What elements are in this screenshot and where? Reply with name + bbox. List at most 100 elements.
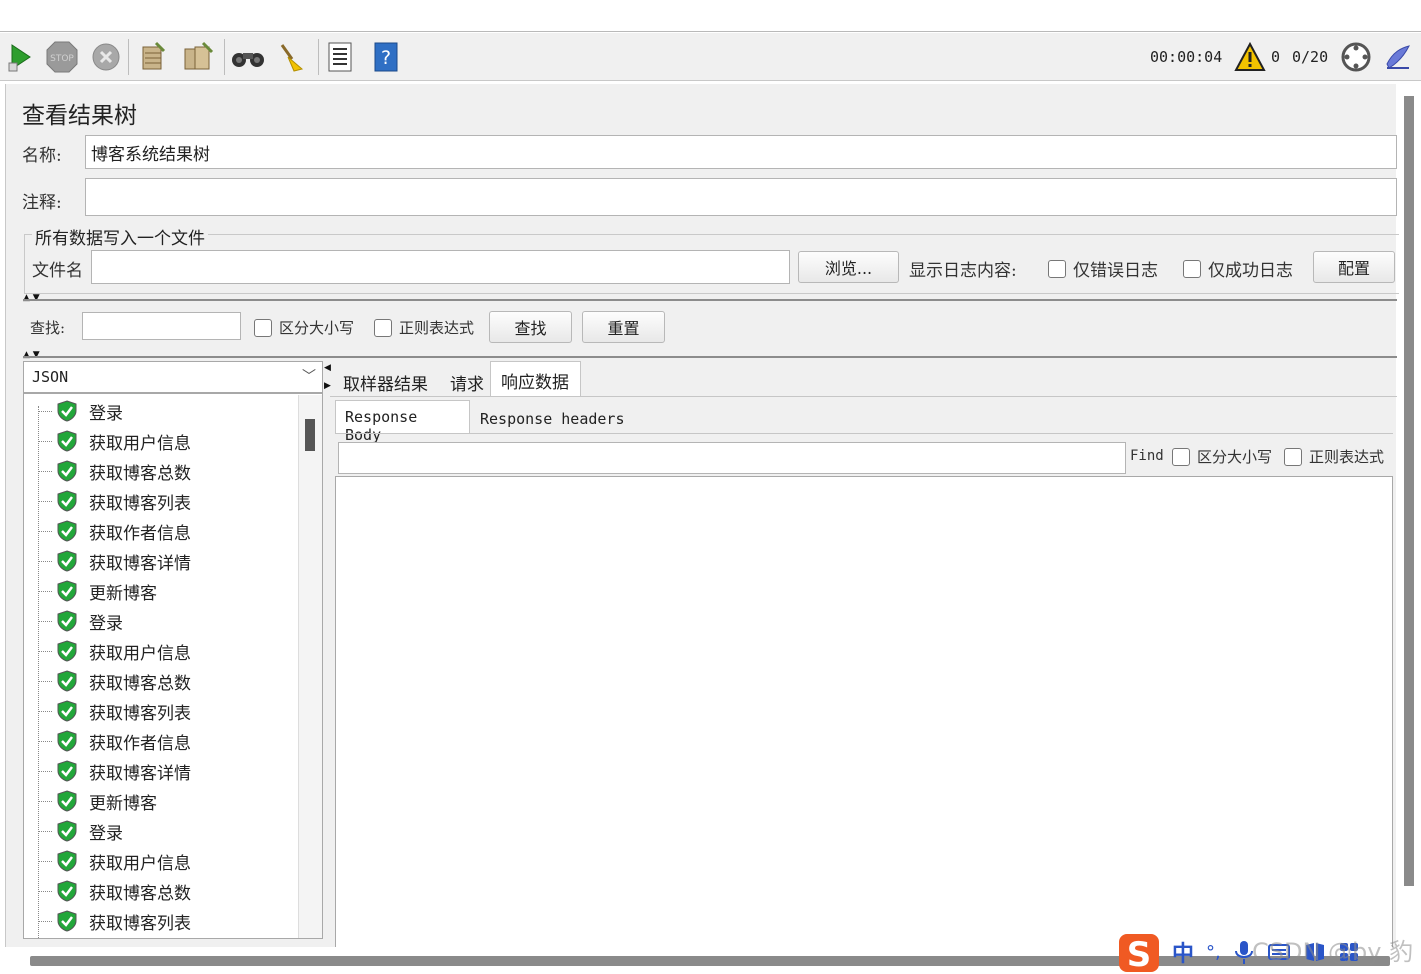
tree-item-label: 获取博客详情 — [89, 764, 191, 784]
tree-item-label: 登录 — [89, 824, 123, 844]
name-field[interactable]: 博客系统结果树 — [85, 135, 1397, 169]
comment-field[interactable] — [85, 178, 1397, 216]
tree-item[interactable]: 获取作者信息 — [24, 516, 296, 546]
tree-item[interactable]: 获取用户信息 — [24, 846, 296, 876]
regex-label: 正则表达式 — [399, 319, 475, 337]
filename-field[interactable] — [91, 250, 790, 284]
comment-label: 注释: — [22, 193, 62, 213]
tree-item-label: 获取博客列表 — [89, 704, 191, 724]
tree-item[interactable]: 获取博客列表 — [24, 906, 296, 936]
tree-item[interactable]: 获取博客详情 — [24, 546, 296, 576]
tree-item-label: 获取博客总数 — [89, 884, 191, 904]
tree-item[interactable]: 获取博客详情 — [24, 756, 296, 786]
response-regex-checkbox[interactable]: 正则表达式 — [1284, 446, 1384, 467]
tree-connector — [38, 921, 52, 922]
reset-button[interactable]: 重置 — [582, 311, 665, 343]
tree-connector — [38, 681, 52, 682]
warning-icon[interactable] — [1232, 39, 1268, 75]
success-shield-icon — [57, 850, 77, 872]
tree-item-label: 获取作者信息 — [89, 524, 191, 544]
tree-item[interactable]: 获取作者信息 — [24, 726, 296, 756]
window-vertical-scrollbar[interactable] — [1404, 96, 1414, 886]
tree-item-label: 获取用户信息 — [89, 644, 191, 664]
success-only-checkbox[interactable]: 仅成功日志 — [1183, 256, 1293, 281]
tree-item[interactable]: 获取博客列表 — [24, 486, 296, 516]
tree-item[interactable]: 更新博客 — [24, 576, 296, 606]
success-shield-icon — [57, 790, 77, 812]
tab-sampler-result[interactable]: 取样器结果 — [343, 370, 428, 395]
sogou-logo-icon[interactable]: S — [1116, 930, 1164, 974]
tree-connector — [38, 651, 52, 652]
search-input[interactable] — [82, 312, 241, 340]
tab-response-body[interactable]: Response Body — [335, 400, 470, 444]
tree-connector — [38, 411, 52, 412]
reset-search-icon[interactable] — [274, 39, 310, 75]
success-shield-icon — [57, 820, 77, 842]
tree-scrollbar[interactable] — [298, 395, 322, 938]
name-label: 名称: — [22, 146, 62, 166]
tree-item[interactable]: 获取博客总数 — [24, 876, 296, 906]
success-shield-icon — [57, 610, 77, 632]
tree-connector — [38, 741, 52, 742]
tree-item[interactable]: 登录 — [24, 396, 296, 426]
help-icon[interactable]: ? — [368, 39, 404, 75]
tree-item[interactable]: 获取用户信息 — [24, 426, 296, 456]
success-shield-icon — [57, 430, 77, 452]
regex-checkbox[interactable]: 正则表达式 — [374, 317, 474, 338]
page-title: 查看结果树 — [22, 103, 137, 129]
find-button[interactable]: 查找 — [489, 311, 572, 343]
start-icon[interactable] — [2, 39, 38, 75]
tree-connector — [38, 711, 52, 712]
ime-lang[interactable]: 中 — [1172, 936, 1194, 968]
tree-item[interactable]: 获取博客总数 — [24, 666, 296, 696]
search-icon[interactable] — [230, 39, 266, 75]
elapsed-timer: 00:00:04 — [1150, 48, 1223, 66]
success-shield-icon — [57, 880, 77, 902]
response-case-sensitive-checkbox[interactable]: 区分大小写 — [1172, 446, 1272, 467]
tab-response-headers[interactable]: Response headers — [480, 410, 625, 428]
tab-response-data[interactable]: 响应数据 — [490, 361, 581, 397]
warning-count: 0 — [1271, 48, 1281, 66]
tab-request[interactable]: 请求 — [450, 370, 484, 395]
tree-item[interactable]: 获取博客总数 — [24, 456, 296, 486]
splitter-top[interactable] — [23, 299, 1397, 301]
success-shield-icon — [57, 550, 77, 572]
tree-item[interactable]: 登录 — [24, 606, 296, 636]
success-shield-icon — [57, 700, 77, 722]
function-helper-icon[interactable] — [322, 39, 358, 75]
response-find-input[interactable] — [338, 442, 1126, 474]
response-find-label: Find — [1130, 448, 1164, 464]
search-label: 查找: — [30, 319, 66, 337]
browse-button[interactable]: 浏览... — [798, 251, 899, 283]
tree-scroll-thumb[interactable] — [305, 419, 315, 451]
toolbar: STOP ? 00:00:04 0 0/20 — [0, 33, 1421, 81]
write-to-file-legend: 所有数据写入一个文件 — [32, 224, 208, 249]
configure-button[interactable]: 配置 — [1313, 251, 1395, 283]
success-shield-icon — [57, 520, 77, 542]
case-sensitive-checkbox[interactable]: 区分大小写 — [254, 317, 354, 338]
chevron-down-icon: ﹀ — [302, 369, 316, 385]
response-body-area[interactable] — [335, 476, 1393, 954]
view-results-tree-panel: 查看结果树 名称: 博客系统结果树 注释: 所有数据写入一个文件 文件名 浏览.… — [5, 84, 1399, 954]
errors-only-checkbox[interactable]: 仅错误日志 — [1048, 256, 1158, 281]
clear-all-icon[interactable] — [180, 39, 216, 75]
tree-connector — [38, 531, 52, 532]
tree-item-label: 获取用户信息 — [89, 434, 191, 454]
response-find-row: Find 区分大小写 正则表达式 — [338, 442, 1393, 476]
clear-icon[interactable] — [134, 39, 170, 75]
renderer-select[interactable]: JSON ﹀ — [23, 361, 323, 393]
tree-item-label: 获取博客总数 — [89, 464, 191, 484]
tree-item-label: 登录 — [89, 614, 123, 634]
tree-connector — [38, 471, 52, 472]
success-shield-icon — [57, 670, 77, 692]
tree-item[interactable]: 获取用户信息 — [24, 636, 296, 666]
log-viewer-icon[interactable] — [1380, 39, 1416, 75]
stop-icon[interactable]: STOP — [44, 39, 80, 75]
tree-item[interactable]: 更新博客 — [24, 786, 296, 816]
tree-item[interactable]: 登录 — [24, 816, 296, 846]
ime-punct[interactable]: °, — [1206, 942, 1221, 963]
log-content-label: 显示日志内容: — [909, 261, 1017, 281]
results-tree[interactable]: 登录 获取用户信息 获取博客总数 获取博客列表 获取作者信息 获取博客详情 更新博客 登录 获取… — [23, 393, 323, 939]
shutdown-icon[interactable] — [88, 39, 124, 75]
tree-item[interactable]: 获取博客列表 — [24, 696, 296, 726]
